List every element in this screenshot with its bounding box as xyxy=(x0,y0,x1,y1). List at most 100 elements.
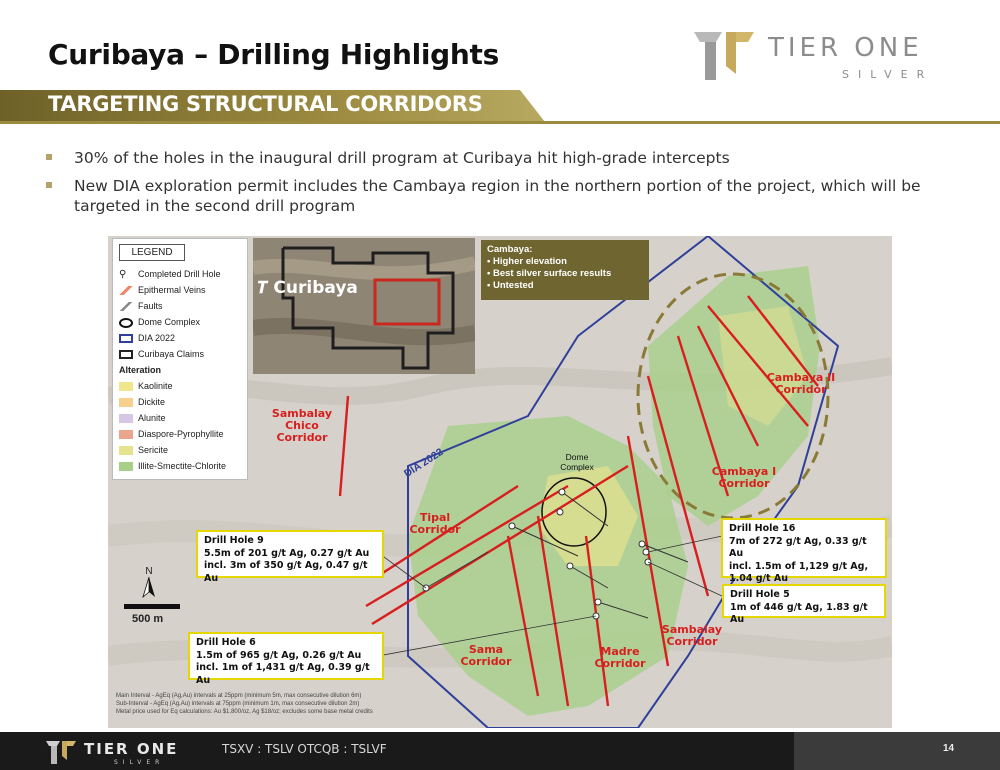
footer-right-band xyxy=(794,732,1000,770)
tier-one-logo: TIER ONE SILVER xyxy=(694,32,933,81)
tier-one-mark-icon xyxy=(46,741,76,764)
legend-label: Epithermal Veins xyxy=(138,285,206,295)
map-legend: LEGEND ⚲ Completed Drill Hole Epithermal … xyxy=(112,238,248,480)
cambaya-item: • Best silver surface results xyxy=(487,268,612,279)
scale-label: 500 m xyxy=(132,613,164,625)
dome-icon xyxy=(119,317,133,328)
footer-logo-word-tier-one: TIER ONE xyxy=(84,740,178,758)
sambalay-label: Sambalay Corridor xyxy=(661,623,723,648)
drill-hole-9-callout: Drill Hole 9 5.5m of 201 g/t Ag, 0.27 g/… xyxy=(196,530,384,584)
inset-label: 𝑻 Curibaya xyxy=(258,278,358,298)
sambalay-chico-label: Sambalay Chico Corridor xyxy=(271,407,333,444)
cambaya-title: Cambaya: xyxy=(487,244,533,255)
callout-title: Drill Hole 5 xyxy=(730,589,790,600)
legend-item: Curibaya Claims xyxy=(119,347,204,361)
banner-rule xyxy=(0,121,1000,124)
tier-one-mark-icon xyxy=(694,32,754,80)
legend-item: Sericite xyxy=(119,443,168,457)
legend-label: Curibaya Claims xyxy=(138,349,205,359)
legend-alteration-heading: Alteration xyxy=(119,365,162,375)
drill-hole-icon: ⚲ xyxy=(119,269,127,280)
drill-hole-5-callout: Drill Hole 5 1m of 446 g/t Ag, 1.83 g/t … xyxy=(722,584,886,625)
legend-label: Dome Complex xyxy=(138,317,201,327)
scale-bar: 500 m xyxy=(124,604,180,625)
callout-line: 5.5m of 201 g/t Ag, 0.27 g/t Au xyxy=(204,547,370,559)
vein-icon xyxy=(119,286,133,296)
madre-label: Madre Corridor xyxy=(594,645,646,670)
legend-item: Dome Complex xyxy=(119,315,200,329)
footnote-line: Sub-Interval - AgEq (Ag,Au) intervals at… xyxy=(116,701,360,707)
callout-line: 7m of 272 g/t Ag, 0.33 g/t Au xyxy=(729,535,867,560)
legend-item: DIA 2022 xyxy=(119,331,175,345)
callout-line: incl. 1m of 1,431 g/t Ag, 0.39 g/t Au xyxy=(196,662,370,686)
map-footnotes: Main Interval - AgEq (Ag,Au) intervals a… xyxy=(116,692,373,716)
drill-hole-icon xyxy=(558,488,566,496)
legend-label: Faults xyxy=(138,301,163,311)
legend-item: Epithermal Veins xyxy=(119,283,206,297)
logo-word-tier-one: TIER ONE xyxy=(767,33,923,63)
diaspore-swatch-icon xyxy=(119,430,133,440)
cambaya-info-box: Cambaya: • Higher elevation • Best silve… xyxy=(481,240,649,300)
north-arrow-icon xyxy=(142,576,155,599)
drill-hole-icon xyxy=(594,598,602,606)
drill-hole-icon xyxy=(566,562,574,570)
page-number: 14 xyxy=(943,743,955,754)
cambaya-i-label: Cambaya I Corridor xyxy=(711,465,777,490)
illite-swatch-icon xyxy=(119,462,133,472)
callout-line: 1.5m of 965 g/t Ag, 0.26 g/t Au xyxy=(196,649,362,661)
kaolinite-swatch-icon xyxy=(119,382,133,392)
sericite-swatch-icon xyxy=(119,446,133,456)
inset-title: Curibaya xyxy=(273,278,358,298)
dickite-swatch-icon xyxy=(119,398,133,408)
legend-item: ⚲ Completed Drill Hole xyxy=(119,267,221,281)
alunite-swatch-icon xyxy=(119,414,133,424)
legend-item: Illite-Smectite-Chlorite xyxy=(119,459,226,473)
cambaya-ii-label: Cambaya II Corridor xyxy=(766,371,836,396)
north-arrow: N xyxy=(142,566,156,602)
footer-logo-word-silver: SILVER xyxy=(114,759,164,766)
dia-boundary-icon xyxy=(119,334,133,344)
bullet-list: 30% of the holes in the inaugural drill … xyxy=(44,148,964,224)
bullet-icon xyxy=(46,154,52,160)
sama-label: Sama Corridor xyxy=(460,643,512,668)
drill-hole-icon xyxy=(638,540,646,548)
legend-item: Dickite xyxy=(119,395,165,409)
callout-line: 1m of 446 g/t Ag, 1.83 g/t Au xyxy=(730,601,868,626)
legend-label: Diaspore-Pyrophyllite xyxy=(138,429,224,439)
legend-label: Dickite xyxy=(138,397,166,407)
bullet-item: New DIA exploration permit includes the … xyxy=(44,176,964,216)
legend-label: DIA 2022 xyxy=(138,333,176,343)
legend-label: Sericite xyxy=(138,445,169,455)
fault-icon xyxy=(119,302,133,312)
callout-title: Drill Hole 16 xyxy=(729,523,796,534)
callout-line: incl. 1.5m of 1,129 g/t Ag, xyxy=(729,560,869,572)
legend-label: Alunite xyxy=(138,413,166,423)
inset-map-graphic xyxy=(253,238,475,374)
bullet-text: New DIA exploration permit includes the … xyxy=(74,177,921,215)
callout-line: incl. 3m of 350 g/t Ag, 0.47 g/t Au xyxy=(204,560,368,584)
tipal-label: Tipal Corridor xyxy=(409,511,461,536)
tier-one-mark-icon: 𝑻 xyxy=(258,278,268,297)
claims-boundary-icon xyxy=(119,350,133,360)
legend-item: Kaolinite xyxy=(119,379,173,393)
page-title: Curibaya – Drilling Highlights xyxy=(48,38,500,71)
legend-label: Illite-Smectite-Chlorite xyxy=(138,461,227,471)
footnote-line: Main Interval - AgEq (Ag,Au) intervals a… xyxy=(116,693,362,699)
bullet-icon xyxy=(46,182,52,188)
drill-hole-6-callout: Drill Hole 6 1.5m of 965 g/t Ag, 0.26 g/… xyxy=(188,632,384,686)
legend-item: Alunite xyxy=(119,411,166,425)
drill-hole-16-callout: Drill Hole 16 7m of 272 g/t Ag, 0.33 g/t… xyxy=(721,518,887,584)
footer-logo: TIER ONE SILVER xyxy=(46,740,178,766)
drill-hole-icon xyxy=(556,508,564,516)
scale-bar-line xyxy=(124,604,180,609)
footer-ticker: TSXV : TSLV OTCQB : TSLVF xyxy=(222,742,387,756)
drill-hole-icon xyxy=(508,522,516,530)
callout-title: Drill Hole 6 xyxy=(196,637,256,648)
legend-item: Faults xyxy=(119,299,163,313)
legend-label: Completed Drill Hole xyxy=(138,269,221,279)
bullet-text: 30% of the holes in the inaugural drill … xyxy=(74,149,730,167)
cambaya-item: • Untested xyxy=(487,280,534,291)
section-banner-title: TARGETING STRUCTURAL CORRIDORS xyxy=(48,92,483,116)
logo-word-silver: SILVER xyxy=(842,68,933,81)
north-label: N xyxy=(145,566,153,577)
